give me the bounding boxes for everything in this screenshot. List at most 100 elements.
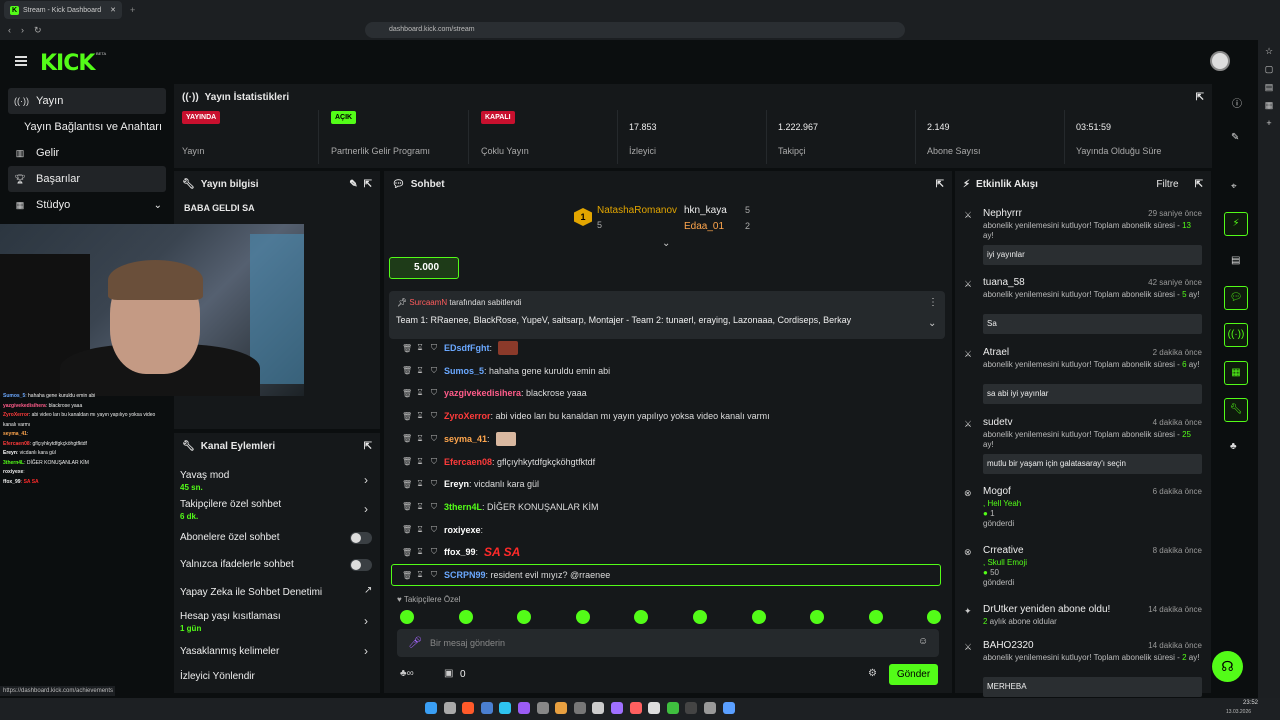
chevron-right-icon[interactable]: › — [364, 473, 368, 487]
popout-icon[interactable]: ⇱ — [364, 179, 372, 190]
kicks-icon[interactable]: ♣ — [1230, 441, 1237, 452]
event-user[interactable]: BAHO2320 — [983, 640, 1034, 651]
delete-icon[interactable]: 🗑︎ — [402, 480, 412, 489]
edit-icon[interactable]: ✎ — [349, 179, 357, 190]
collapse-icon[interactable]: ⌄ — [662, 238, 670, 249]
broadcast-widget-button[interactable]: ((·)) — [1224, 323, 1248, 347]
subs-only-toggle[interactable] — [350, 532, 372, 544]
notes-icon[interactable]: ▤ — [1231, 255, 1240, 266]
chat-username[interactable]: Ereyn — [444, 479, 469, 489]
delete-icon[interactable]: 🗑︎ — [402, 344, 412, 353]
popout-icon[interactable]: ⇱ — [1195, 179, 1203, 190]
emoji-icon[interactable]: ☺ — [918, 636, 928, 647]
timeout-icon[interactable]: ⌛︎ — [416, 479, 424, 489]
chat-message[interactable]: 🗑︎ ⌛︎ ⛉ roxiyexe: — [402, 520, 942, 540]
timeout-icon[interactable]: ⌛︎ — [416, 388, 424, 398]
filter-button[interactable]: Filtre — [1156, 179, 1178, 190]
taskbar-app-icon[interactable] — [648, 702, 661, 714]
event-user[interactable]: sudetv — [983, 417, 1012, 428]
taskbar-app-icon[interactable] — [573, 702, 586, 714]
taskbar-app-icon[interactable] — [592, 702, 605, 714]
send-button[interactable]: Gönder — [889, 664, 938, 685]
delete-icon[interactable]: 🗑︎ — [402, 457, 412, 466]
chat-username[interactable]: seyma_41 — [444, 434, 487, 444]
chat-message[interactable]: 🗑︎ ⌛︎ ⛉ Efercaen08: gflçıyhkytdfgkçköhgtfkt… — [402, 452, 942, 472]
popout-icon[interactable]: ⇱ — [936, 179, 944, 190]
kicks-goal[interactable]: 5.000 — [389, 257, 459, 279]
chat-username[interactable]: Efercaen08 — [444, 457, 492, 467]
chat-message[interactable]: 🗑︎ ⌛︎ ⛉ Sumos_5: hahaha gene kuruldu emin a… — [402, 361, 942, 381]
emote-only-toggle[interactable] — [350, 559, 372, 571]
timeout-icon[interactable]: ⌛︎ — [416, 457, 424, 467]
delete-icon[interactable]: 🗑︎ — [402, 548, 412, 557]
taskbar-app-icon[interactable] — [518, 702, 530, 714]
chat-widget-button[interactable]: 💬︎ — [1224, 286, 1248, 310]
chevron-down-icon[interactable]: ⌄ — [154, 200, 162, 211]
chat-username[interactable]: roxiyexe — [444, 525, 481, 535]
chat-message[interactable]: 🗑︎ ⌛︎ ⛉ Ereyn: vicdanlı kara gül — [402, 474, 942, 494]
action-account-age[interactable]: Hesap yaşı kısıtlaması 1 gün — [180, 611, 281, 633]
event-user[interactable]: Mogof — [983, 486, 1011, 497]
more-icon[interactable]: ⋮ — [928, 297, 938, 308]
back-icon[interactable]: ‹ — [8, 25, 11, 35]
reload-icon[interactable]: ↻ — [34, 25, 42, 36]
event-user[interactable]: Crreative — [983, 545, 1024, 556]
chat-message[interactable]: 🗑︎ ⌛︎ ⛉ seyma_41: — [402, 429, 942, 449]
hamburger-menu-icon[interactable] — [15, 56, 27, 66]
timeout-icon[interactable]: ⌛︎ — [416, 502, 424, 512]
delete-icon[interactable]: 🗑︎ — [402, 412, 412, 421]
timeout-icon[interactable]: ⌛︎ — [416, 434, 424, 444]
chat-username[interactable]: Sumos_5 — [444, 366, 484, 376]
delete-icon[interactable]: 🗑︎ — [402, 434, 412, 443]
chat-username[interactable]: 3thern4L — [444, 502, 482, 512]
queue-widget-button[interactable]: ▦ — [1224, 361, 1248, 385]
timeout-icon[interactable]: ⌛︎ — [416, 343, 424, 353]
timeout-icon[interactable]: ⌛︎ — [416, 525, 424, 535]
popout-icon[interactable]: ⇱ — [1196, 92, 1204, 103]
emote-option[interactable] — [868, 610, 883, 624]
expand-icon[interactable]: ⌄ — [928, 318, 936, 329]
tools-widget-button[interactable]: 🔧︎ — [1224, 398, 1248, 422]
action-host[interactable]: İzleyici Yönlendir — [180, 671, 255, 682]
delete-icon[interactable]: 🗑︎ — [402, 389, 412, 398]
chat-username[interactable]: yazgivekedisihera — [444, 388, 521, 398]
nav-item-gelir[interactable]: ▥ Gelir — [8, 140, 166, 166]
star-icon[interactable]: ☆ — [1264, 46, 1274, 56]
taskbar-app-icon[interactable] — [499, 702, 512, 714]
kicks-infinity-icon[interactable]: ♣∞ — [400, 668, 414, 679]
focus-icon[interactable]: ⌖ — [1231, 181, 1237, 192]
taskbar-app-icon[interactable] — [480, 702, 493, 714]
nav-item-basarilar[interactable]: 🏆︎ Başarılar — [8, 166, 166, 192]
wallet-icon[interactable]: ▤ — [1264, 82, 1274, 92]
emote-option[interactable] — [458, 610, 473, 624]
taskbar-app-icon[interactable] — [555, 702, 568, 714]
taskbar-app-icon[interactable] — [666, 702, 679, 714]
taskbar-app-icon[interactable] — [722, 702, 735, 714]
support-button[interactable]: ☊ — [1212, 651, 1243, 682]
mic-icon[interactable]: 🎤︎ — [408, 636, 422, 649]
taskbar-app-icon[interactable] — [685, 702, 698, 714]
action-banned-words[interactable]: Yasaklanmış kelimeler — [180, 646, 279, 657]
event-user[interactable]: Nephyrrr — [983, 208, 1022, 219]
chat-message[interactable]: 🗑︎ ⌛︎ ⛉ EDsdfFght: — [402, 338, 942, 358]
action-ai-moderation[interactable]: Yapay Zeka ile Sohbet Denetimi — [180, 587, 322, 598]
info-icon[interactable]: ⓘ — [1232, 95, 1242, 110]
chat-username[interactable]: ZyroXerror — [444, 411, 491, 421]
taskbar-app-icon[interactable] — [629, 702, 642, 714]
kick-logo[interactable]: KICK — [40, 51, 95, 76]
taskbar-app-icon[interactable] — [443, 702, 456, 714]
address-bar[interactable]: dashboard.kick.com/stream — [365, 22, 905, 38]
close-tab-icon[interactable]: ✕ — [110, 6, 116, 14]
emote-option[interactable] — [751, 610, 766, 624]
timeout-icon[interactable]: ⌛︎ — [416, 366, 424, 376]
action-followers-only[interactable]: Takipçilere özel sohbet 6 dk. — [180, 499, 281, 521]
chevron-right-icon[interactable]: › — [364, 644, 368, 658]
chat-message[interactable]: 🗑︎ ⌛︎ ⛉ yazgivekedisihera: blackrose yaaa — [402, 383, 942, 403]
edit-layout-icon[interactable]: ✎ — [1231, 132, 1239, 143]
emote-option[interactable] — [575, 610, 590, 624]
action-slow-mode[interactable]: Yavaş mod 45 sn. — [180, 470, 229, 492]
taskbar-app-icon[interactable] — [704, 702, 716, 714]
delete-icon[interactable]: 🗑︎ — [402, 502, 412, 511]
timeout-icon[interactable]: ⌛︎ — [416, 411, 424, 421]
chevron-right-icon[interactable]: › — [364, 614, 368, 628]
